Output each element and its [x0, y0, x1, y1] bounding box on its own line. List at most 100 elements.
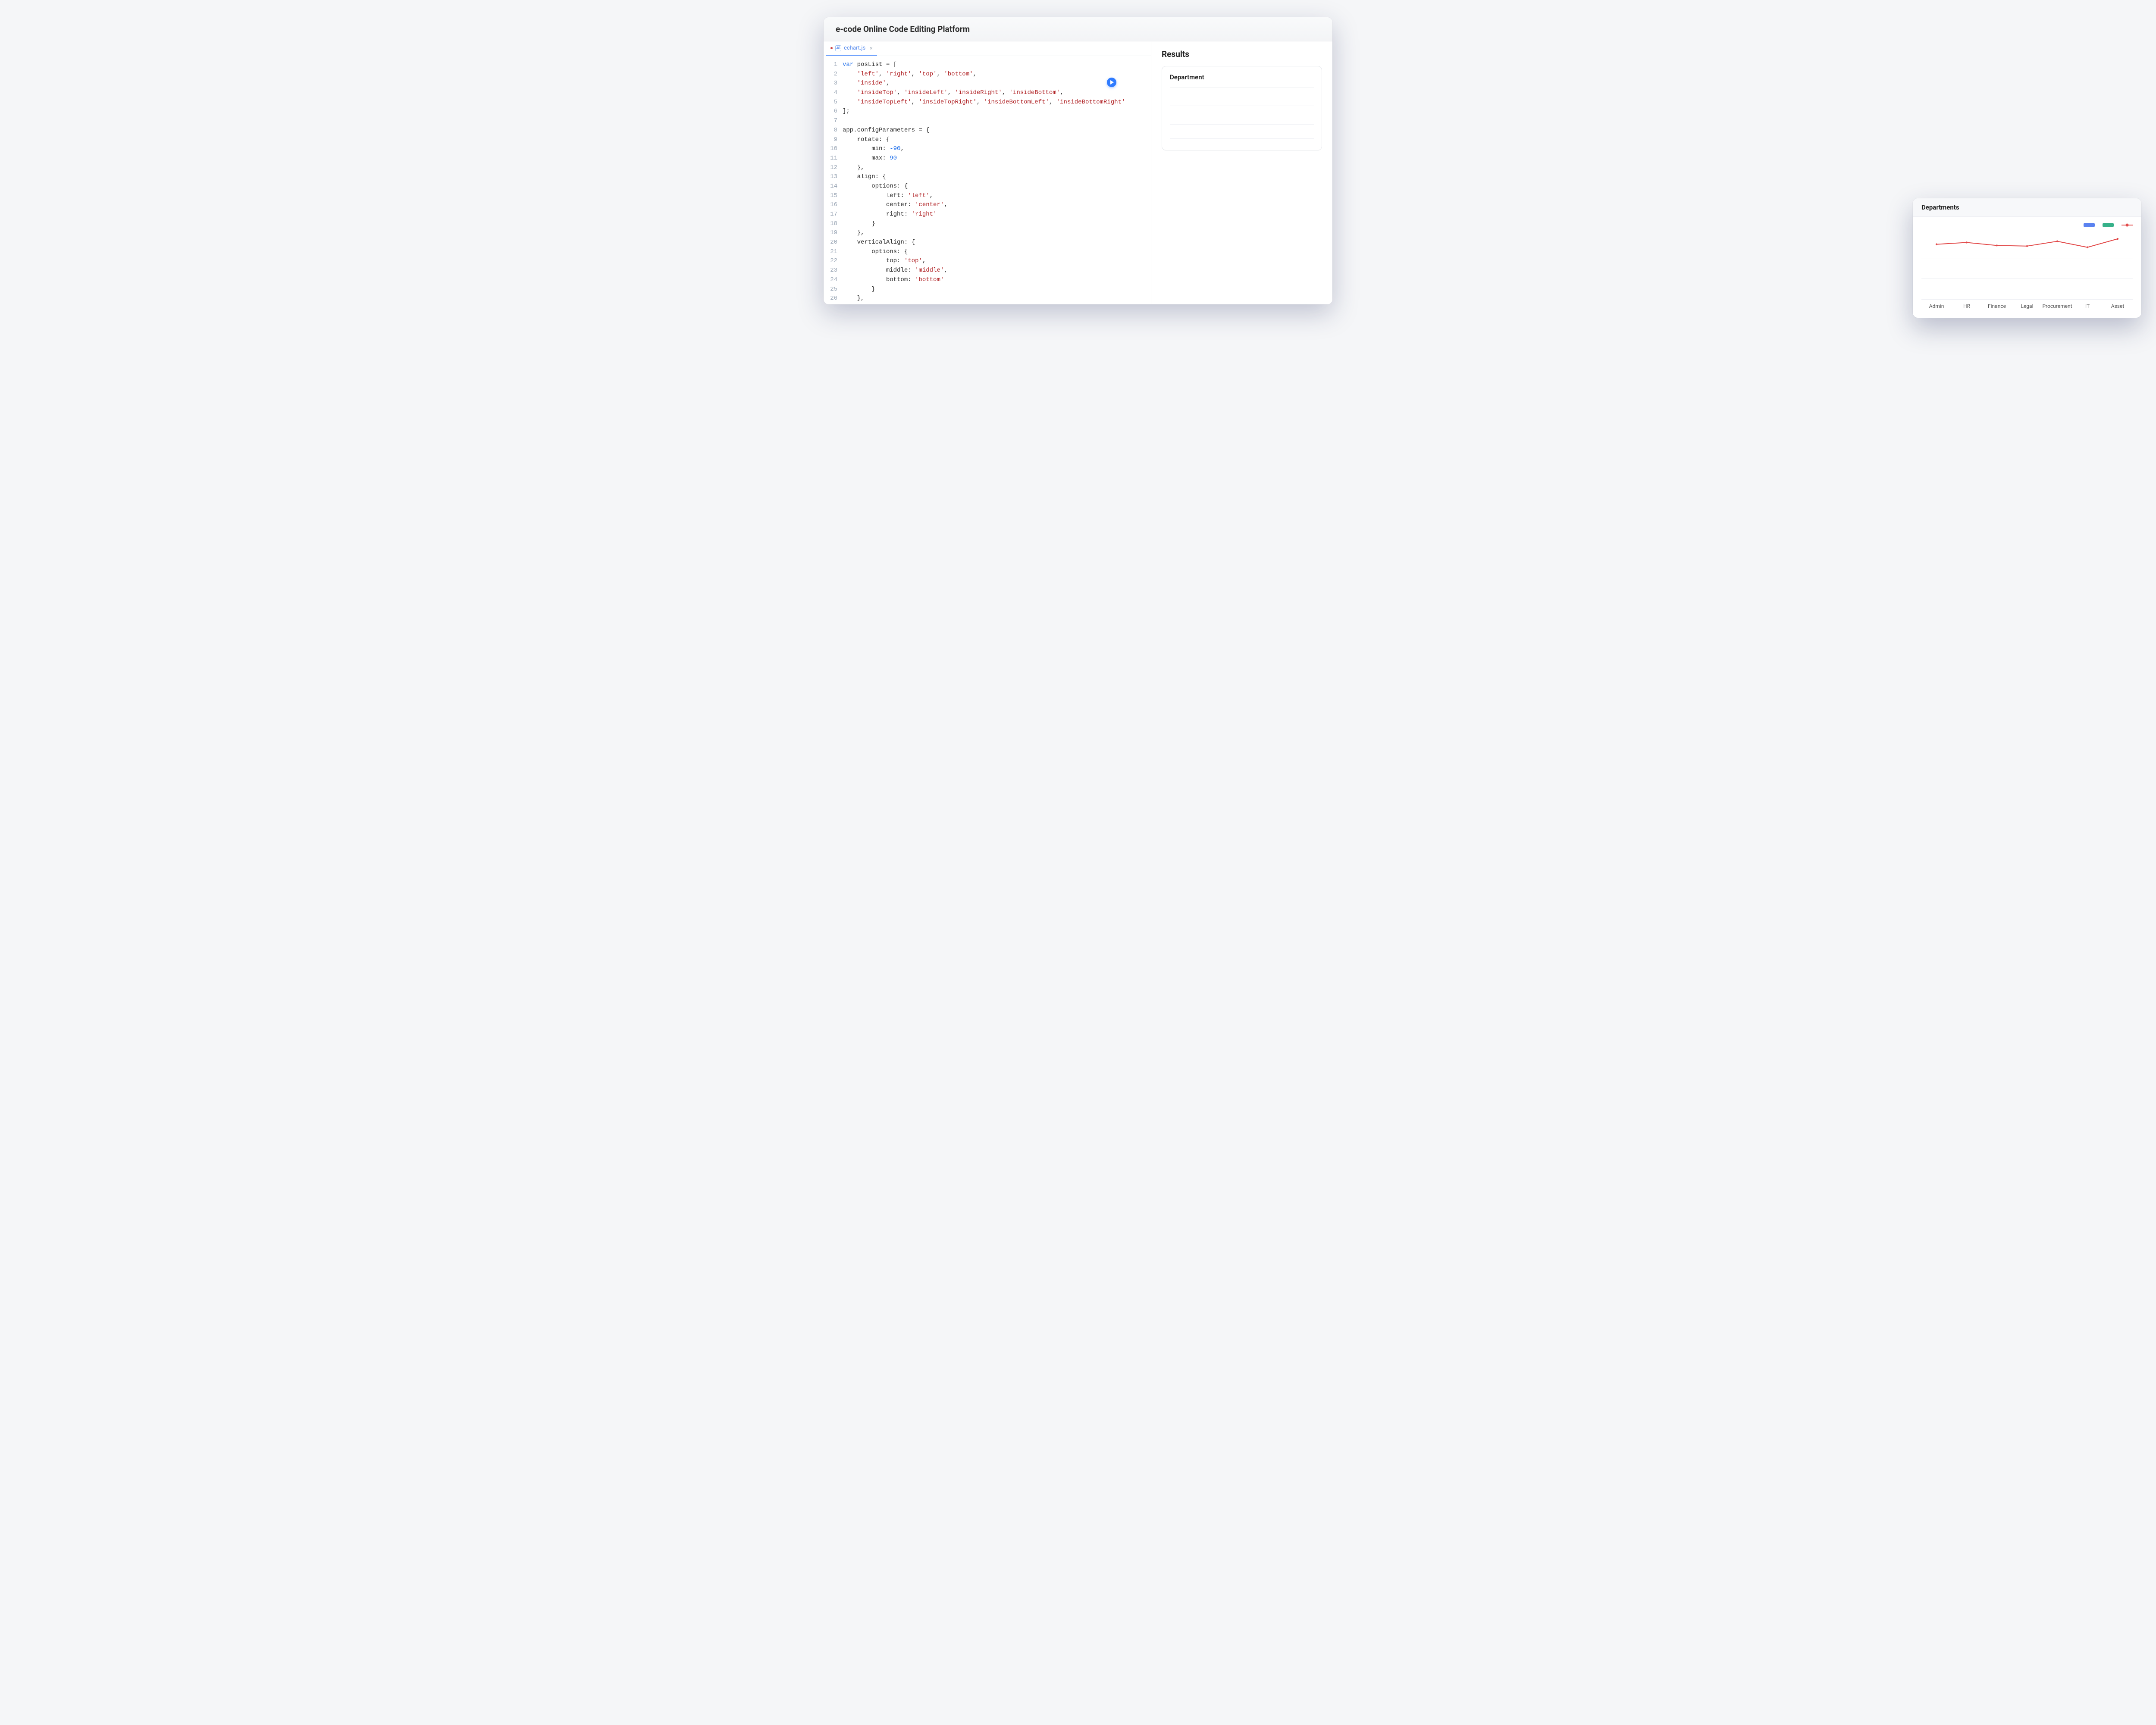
run-button[interactable] [1107, 78, 1116, 87]
departments-big-chart: AdminHRFinanceLegalProcurementITAsset [1921, 232, 2133, 309]
code-text: verticalAlign: { [843, 238, 915, 247]
line-number: 12 [824, 163, 843, 173]
app-window: e-code Online Code Editing Platform JS e… [824, 17, 1332, 304]
departments-floating-panel: Departments AdminHRFinanceLegalProcureme… [1913, 198, 2141, 318]
line-number: 21 [824, 247, 843, 257]
line-number: 7 [824, 116, 843, 126]
code-text: center: 'center', [843, 200, 948, 210]
code-line: 2 'left', 'right', 'top', 'bottom', [824, 70, 1151, 79]
code-line: 10 min: -90, [824, 144, 1151, 154]
line-number: 9 [824, 135, 843, 145]
code-line: 19 }, [824, 229, 1151, 238]
code-text: bottom: 'bottom' [843, 275, 944, 285]
code-line: 22 top: 'top', [824, 257, 1151, 266]
code-text: 'insideTop', 'insideLeft', 'insideRight'… [843, 88, 1064, 98]
department-mini-chart [1170, 87, 1314, 143]
line-number: 5 [824, 98, 843, 107]
code-line: 15 left: 'left', [824, 191, 1151, 201]
play-icon [1110, 80, 1114, 85]
line-number: 15 [824, 191, 843, 201]
code-text: }, [843, 229, 864, 238]
floating-panel-body: AdminHRFinanceLegalProcurementITAsset [1913, 217, 2141, 318]
code-text: top: 'top', [843, 257, 926, 266]
line-number: 25 [824, 285, 843, 294]
line-number: 6 [824, 107, 843, 116]
code-text: }, [843, 163, 864, 173]
line-number: 11 [824, 154, 843, 163]
code-line: 20 verticalAlign: { [824, 238, 1151, 247]
line-number: 26 [824, 294, 843, 304]
code-line: 12 }, [824, 163, 1151, 173]
code-line: 1var posList = [ [824, 60, 1151, 70]
line-number: 4 [824, 88, 843, 98]
code-text: } [843, 219, 875, 229]
file-tab[interactable]: JS echart.js × [826, 41, 877, 56]
code-line: 23 middle: 'middle', [824, 266, 1151, 275]
code-line: 11 max: 90 [824, 154, 1151, 163]
x-axis-label: Admin [1921, 303, 1952, 309]
body-row: JS echart.js × 1var posList = [2 'left',… [824, 41, 1332, 304]
x-axis-label: HR [1952, 303, 1982, 309]
line-number: 2 [824, 70, 843, 79]
dirty-indicator-icon [830, 47, 833, 49]
code-text: }, [843, 294, 864, 304]
line-number: 23 [824, 266, 843, 275]
code-line: 21 options: { [824, 247, 1151, 257]
code-text: max: 90 [843, 154, 897, 163]
close-tab-icon[interactable]: × [870, 45, 872, 51]
code-line: 14 options: { [824, 182, 1151, 191]
line-number: 18 [824, 219, 843, 229]
code-line: 7 [824, 116, 1151, 126]
line-number: 22 [824, 257, 843, 266]
code-line: 18 } [824, 219, 1151, 229]
code-text: 'left', 'right', 'top', 'bottom', [843, 70, 977, 79]
line-number: 24 [824, 275, 843, 285]
line-number: 3 [824, 79, 843, 88]
code-line: 26 }, [824, 294, 1151, 304]
result-card-department: Department [1162, 66, 1322, 150]
line-number: 20 [824, 238, 843, 247]
legend-bar-a [2084, 223, 2095, 227]
line-number: 13 [824, 172, 843, 182]
title-bar: e-code Online Code Editing Platform [824, 17, 1332, 41]
code-text: min: -90, [843, 144, 904, 154]
results-heading: Results [1162, 49, 1322, 59]
line-number: 10 [824, 144, 843, 154]
x-axis-label: Finance [1982, 303, 2012, 309]
line-number: 14 [824, 182, 843, 191]
js-file-icon: JS [835, 45, 841, 51]
file-tab-label: echart.js [844, 45, 865, 51]
x-axis-label: Procurement [2042, 303, 2072, 309]
x-axis-label: IT [2072, 303, 2103, 309]
code-line: 13 align: { [824, 172, 1151, 182]
legend-bar-b [2103, 223, 2114, 227]
code-line: 8app.configParameters = { [824, 126, 1151, 135]
code-line: 25 } [824, 285, 1151, 294]
code-editor[interactable]: 1var posList = [2 'left', 'right', 'top'… [824, 56, 1151, 304]
code-text: rotate: { [843, 135, 890, 145]
code-line: 4 'insideTop', 'insideLeft', 'insideRigh… [824, 88, 1151, 98]
code-line: 17 right: 'right' [824, 210, 1151, 219]
editor-pane: JS echart.js × 1var posList = [2 'left',… [824, 41, 1151, 304]
code-text: 'inside', [843, 79, 890, 88]
code-text: options: { [843, 247, 908, 257]
x-axis-label: Legal [2012, 303, 2042, 309]
code-text: var posList = [ [843, 60, 897, 70]
code-text: app.configParameters = { [843, 126, 930, 135]
code-line: 6]; [824, 107, 1151, 116]
line-number: 19 [824, 229, 843, 238]
floating-panel-title: Departments [1913, 198, 2141, 217]
result-card-title: Department [1170, 73, 1314, 81]
line-number: 16 [824, 200, 843, 210]
app-title: e-code Online Code Editing Platform [836, 24, 1320, 34]
code-line: 9 rotate: { [824, 135, 1151, 145]
code-line: 5 'insideTopLeft', 'insideTopRight', 'in… [824, 98, 1151, 107]
results-pane: Results Department [1151, 41, 1332, 304]
code-text: right: 'right' [843, 210, 937, 219]
code-text: align: { [843, 172, 886, 182]
code-line: 16 center: 'center', [824, 200, 1151, 210]
big-chart-x-labels: AdminHRFinanceLegalProcurementITAsset [1921, 303, 2133, 309]
line-number: 1 [824, 60, 843, 70]
code-line: 3 'inside', [824, 79, 1151, 88]
line-number: 17 [824, 210, 843, 219]
